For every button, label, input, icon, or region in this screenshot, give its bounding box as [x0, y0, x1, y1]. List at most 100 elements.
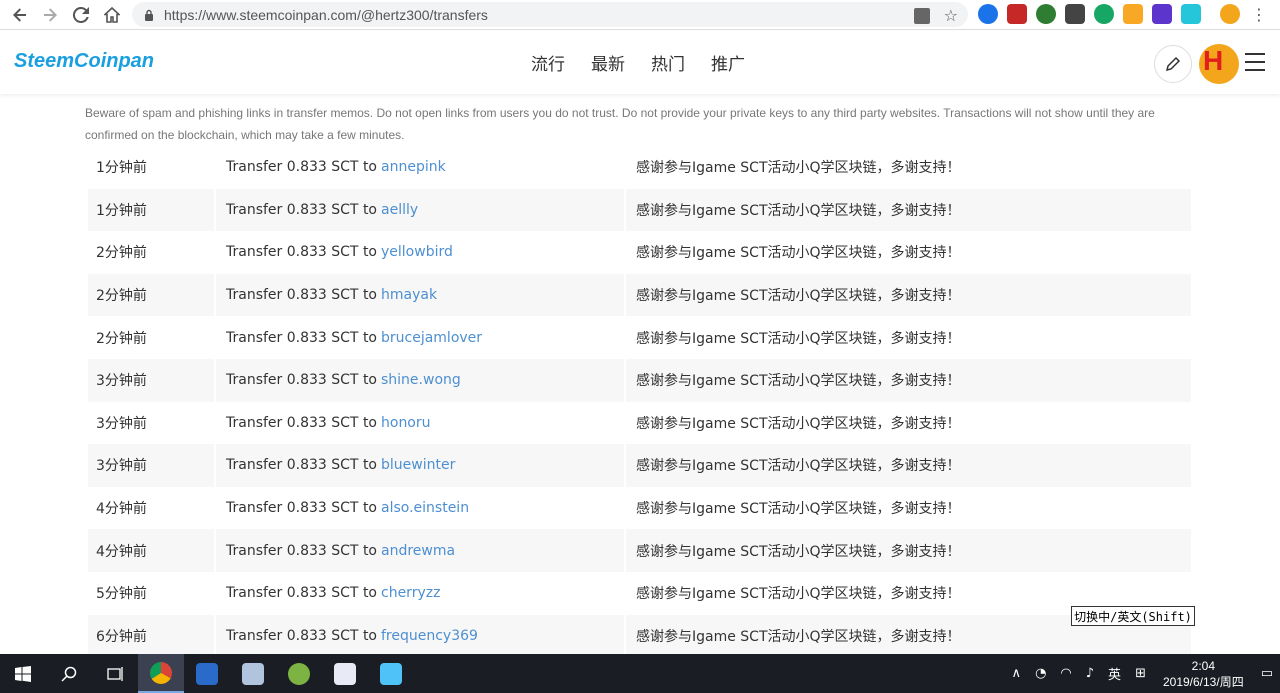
url-text: https://www.steemcoinpan.com/@hertz300/t… — [164, 6, 488, 23]
app-icon — [288, 662, 310, 685]
recipient-link[interactable]: also.einstein — [381, 500, 469, 516]
taskbar-app[interactable] — [368, 654, 414, 693]
network-icon[interactable]: ◔ — [1035, 666, 1046, 681]
translate-icon[interactable] — [913, 7, 930, 24]
transfer-time: 6分钟前 — [88, 614, 216, 658]
transfer-time: 3分钟前 — [88, 358, 216, 402]
app-icon — [196, 662, 218, 685]
taskbar-app[interactable] — [322, 654, 368, 693]
recipient-link[interactable]: cherryzz — [381, 585, 440, 601]
edit-post-button[interactable] — [1154, 45, 1192, 83]
menu-dots-icon[interactable]: ⋮ — [1251, 5, 1267, 24]
recipient-link[interactable]: aellly — [381, 202, 418, 218]
taskbar-chrome[interactable] — [138, 654, 184, 693]
transfer-description: Transfer 0.833 SCT to andrewma — [216, 529, 626, 572]
transfer-description: Transfer 0.833 SCT to also.einstein — [216, 486, 626, 530]
transfer-description: Transfer 0.833 SCT to aellly — [216, 188, 626, 232]
nav-trending[interactable]: 流行 — [531, 50, 565, 75]
recipient-link[interactable]: shine.wong — [381, 372, 461, 388]
table-row: 2分钟前 Transfer 0.833 SCT to brucejamlover 感谢… — [88, 316, 1193, 359]
transfer-description: Transfer 0.833 SCT to annepink — [216, 146, 626, 189]
transfer-prefix: Transfer 0.833 SCT to — [226, 287, 377, 304]
table-row: 4分钟前 Transfer 0.833 SCT to also.einstein 感谢… — [88, 486, 1193, 530]
table-row: 6分钟前 Transfer 0.833 SCT to frequency369 感谢参… — [88, 614, 1193, 658]
transfer-description: Transfer 0.833 SCT to bluewinter — [216, 444, 626, 487]
home-icon[interactable] — [98, 1, 126, 29]
transfer-time: 4分钟前 — [88, 486, 216, 530]
extension-icon[interactable] — [1094, 4, 1114, 24]
user-avatar[interactable]: H — [1199, 44, 1239, 84]
transfer-time: 1分钟前 — [88, 146, 216, 189]
transfer-memo: 感谢参与Igame SCT活动小Q学区块链，多谢支持！ — [626, 273, 1193, 317]
transfer-time: 2分钟前 — [88, 316, 216, 359]
taskbar-app[interactable] — [230, 654, 276, 693]
extension-icon[interactable] — [978, 4, 998, 24]
taskbar-clock[interactable]: 2:04 2019/6/13/周四 — [1163, 658, 1244, 690]
transfer-prefix: Transfer 0.833 SCT to — [226, 414, 377, 431]
recipient-link[interactable]: frequency369 — [381, 628, 478, 644]
transfer-prefix: Transfer 0.833 SCT to — [226, 500, 377, 517]
transfer-prefix: Transfer 0.833 SCT to — [226, 457, 377, 474]
recipient-link[interactable]: andrewma — [381, 543, 455, 559]
transfer-history-table: 1分钟前 Transfer 0.833 SCT to annepink 感谢参与Iga… — [88, 146, 1193, 658]
recipient-link[interactable]: hmayak — [381, 287, 437, 303]
task-view-icon[interactable] — [92, 654, 138, 693]
ime-language-indicator[interactable]: 英 — [1108, 664, 1121, 683]
nav-new[interactable]: 最新 — [591, 50, 625, 75]
extension-icon[interactable] — [1181, 4, 1201, 24]
app-icon — [242, 662, 264, 685]
transfer-memo: 感谢参与Igame SCT活动小Q学区块链，多谢支持！ — [626, 188, 1193, 232]
transfer-prefix: Transfer 0.833 SCT to — [226, 244, 377, 261]
hamburger-menu-icon[interactable] — [1245, 53, 1265, 71]
table-row: 5分钟前 Transfer 0.833 SCT to cherryzz 感谢参与Iga… — [88, 571, 1193, 615]
transfer-time: 3分钟前 — [88, 444, 216, 487]
transfer-time: 4分钟前 — [88, 529, 216, 572]
recipient-link[interactable]: bluewinter — [381, 457, 455, 473]
lock-icon — [145, 9, 153, 21]
reload-icon[interactable] — [67, 1, 95, 29]
transfer-warning: Beware of spam and phishing links in tra… — [85, 106, 1155, 142]
table-row: 3分钟前 Transfer 0.833 SCT to honoru 感谢参与Igame… — [88, 401, 1193, 445]
app-icon — [334, 662, 356, 685]
transfer-memo: 感谢参与Igame SCT活动小Q学区块链，多谢支持！ — [626, 231, 1193, 274]
start-button[interactable] — [0, 654, 46, 693]
search-icon[interactable] — [46, 654, 92, 693]
taskbar-app[interactable] — [184, 654, 230, 693]
forward-icon[interactable] — [36, 1, 64, 29]
system-tray: ∧ ◔ ◠ ♪ 英 ⊞ 2:04 2019/6/13/周四 ▭ — [1005, 654, 1280, 693]
pencil-icon — [1165, 56, 1181, 72]
recipient-link[interactable]: annepink — [381, 159, 446, 175]
taskbar-app[interactable] — [276, 654, 322, 693]
notifications-icon[interactable]: ▭ — [1261, 666, 1273, 681]
extension-icon[interactable] — [1065, 4, 1085, 24]
extension-icon[interactable] — [1007, 4, 1027, 24]
transfer-memo: 感谢参与Igame SCT活动小Q学区块链，多谢支持！ — [626, 316, 1193, 359]
profile-avatar-icon[interactable] — [1220, 4, 1240, 24]
wifi-icon[interactable]: ◠ — [1060, 666, 1071, 681]
transfer-description: Transfer 0.833 SCT to brucejamlover — [216, 316, 626, 359]
volume-icon[interactable]: ♪ — [1086, 666, 1094, 681]
app-icon — [380, 662, 402, 685]
transfer-description: Transfer 0.833 SCT to frequency369 — [216, 614, 626, 658]
extension-icon[interactable] — [1152, 4, 1172, 24]
recipient-link[interactable]: yellowbird — [381, 244, 453, 260]
chevron-up-icon[interactable]: ∧ — [1012, 666, 1022, 681]
recipient-link[interactable]: brucejamlover — [381, 330, 482, 346]
transfer-prefix: Transfer 0.833 SCT to — [226, 372, 377, 389]
site-logo[interactable]: SteemCoinpan — [14, 50, 154, 73]
address-bar[interactable]: https://www.steemcoinpan.com/@hertz300/t… — [132, 2, 968, 27]
star-icon[interactable]: ☆ — [944, 6, 958, 25]
ime-grid-icon[interactable]: ⊞ — [1135, 666, 1146, 681]
transfer-memo: 感谢参与Igame SCT活动小Q学区块链，多谢支持！ — [626, 146, 1193, 189]
nav-hot[interactable]: 热门 — [651, 50, 685, 75]
back-icon[interactable] — [6, 1, 34, 29]
main-nav: 流行 最新 热门 推广 — [531, 50, 745, 75]
recipient-link[interactable]: honoru — [381, 415, 431, 431]
extension-icon[interactable] — [1036, 4, 1056, 24]
extension-icon[interactable] — [1123, 4, 1143, 24]
nav-promoted[interactable]: 推广 — [711, 50, 745, 75]
site-header: SteemCoinpan 流行 最新 热门 推广 H — [0, 31, 1280, 94]
transfer-prefix: Transfer 0.833 SCT to — [226, 585, 377, 602]
chrome-icon — [150, 661, 172, 684]
transfer-time: 5分钟前 — [88, 571, 216, 615]
